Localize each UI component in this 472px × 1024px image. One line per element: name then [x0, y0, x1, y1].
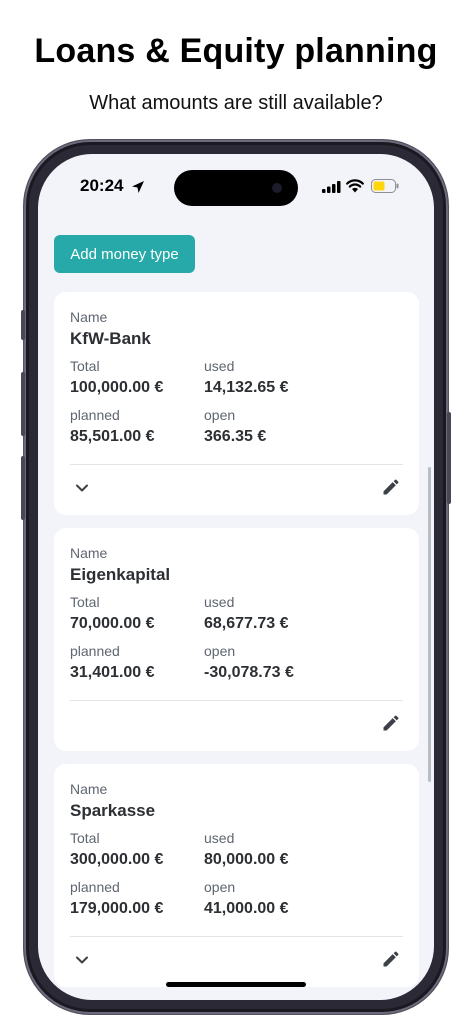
total-label: Total — [70, 830, 100, 846]
planned-field: planned 31,401.00 € — [70, 642, 155, 684]
open-field: open 41,000.00 € — [204, 878, 289, 920]
money-type-card-kfw-bank: Name KfW-Bank Total 100,000.00 € used 14… — [54, 292, 419, 515]
card-divider — [70, 936, 403, 937]
phone-action-button — [21, 310, 25, 340]
total-label: Total — [70, 594, 100, 610]
total-value: 300,000.00 € — [70, 851, 164, 868]
total-value: 70,000.00 € — [70, 615, 155, 632]
used-field: used 14,132.65 € — [204, 357, 289, 399]
used-label: used — [204, 594, 235, 610]
planned-value: 31,401.00 € — [70, 664, 155, 681]
used-field: used 80,000.00 € — [204, 829, 289, 871]
pencil-edit-icon[interactable] — [381, 477, 401, 497]
open-label: open — [204, 407, 236, 423]
used-field: used 68,677.73 € — [204, 593, 289, 635]
front-camera — [272, 183, 282, 193]
status-bar: 20:24 — [38, 154, 434, 220]
cellular-signal-icon — [322, 181, 341, 193]
home-indicator[interactable] — [166, 982, 306, 987]
money-type-card-sparkasse: Name Sparkasse Total 300,000.00 € used 8… — [54, 764, 419, 987]
promo-title: Loans & Equity planning — [34, 32, 438, 70]
open-value: 41,000.00 € — [204, 900, 289, 917]
open-field: open -30,078.73 € — [204, 642, 294, 684]
planned-field: planned 85,501.00 € — [70, 406, 155, 448]
battery-icon — [371, 179, 399, 193]
total-label: Total — [70, 358, 100, 374]
scrollbar[interactable] — [428, 467, 431, 782]
location-arrow-icon — [132, 181, 144, 193]
planned-label: planned — [70, 643, 120, 659]
planned-field: planned 179,000.00 € — [70, 878, 163, 920]
used-value: 68,677.73 € — [204, 615, 289, 632]
used-label: used — [204, 830, 235, 846]
money-types-list: Add money type Name KfW-Bank Total 100,0… — [38, 220, 434, 1000]
name-label: Name — [70, 309, 108, 325]
dynamic-island — [174, 170, 298, 206]
total-field: Total 100,000.00 € — [70, 357, 163, 399]
name-field: Name Eigenkapital — [70, 544, 170, 586]
phone-frame: 20:24 Add money type Name KfW-Bank Total… — [21, 140, 451, 1014]
card-divider — [70, 700, 403, 701]
pencil-edit-icon[interactable] — [381, 713, 401, 733]
phone-screen: 20:24 Add money type Name KfW-Bank Total… — [38, 154, 434, 1000]
phone-volume-up-button — [21, 372, 25, 436]
name-value: Eigenkapital — [70, 565, 171, 584]
used-value: 14,132.65 € — [204, 379, 289, 396]
planned-value: 85,501.00 € — [70, 428, 155, 445]
name-value: Sparkasse — [70, 801, 156, 820]
pencil-edit-icon[interactable] — [381, 949, 401, 969]
name-field: Name Sparkasse — [70, 780, 155, 822]
money-type-card-eigenkapital: Name Eigenkapital Total 70,000.00 € used… — [54, 528, 419, 751]
used-label: used — [204, 358, 235, 374]
open-value: -30,078.73 € — [204, 664, 294, 681]
promo-subtitle: What amounts are still available? — [89, 92, 383, 114]
open-label: open — [204, 879, 236, 895]
name-label: Name — [70, 781, 108, 797]
name-value: KfW-Bank — [70, 329, 151, 348]
planned-value: 179,000.00 € — [70, 900, 164, 917]
used-value: 80,000.00 € — [204, 851, 289, 868]
phone-power-button — [447, 412, 451, 504]
total-field: Total 70,000.00 € — [70, 593, 155, 635]
open-field: open 366.35 € — [204, 406, 266, 448]
total-field: Total 300,000.00 € — [70, 829, 163, 871]
chevron-down-icon[interactable] — [74, 480, 90, 496]
status-time: 20:24 — [80, 176, 124, 195]
planned-label: planned — [70, 879, 120, 895]
open-value: 366.35 € — [204, 428, 267, 445]
add-money-type-button[interactable]: Add money type — [54, 235, 195, 273]
planned-label: planned — [70, 407, 120, 423]
name-label: Name — [70, 545, 108, 561]
phone-volume-down-button — [21, 456, 25, 520]
chevron-down-icon[interactable] — [74, 952, 90, 968]
wifi-icon — [346, 179, 364, 193]
name-field: Name KfW-Bank — [70, 308, 151, 350]
open-label: open — [204, 643, 236, 659]
card-divider — [70, 464, 403, 465]
total-value: 100,000.00 € — [70, 379, 164, 396]
